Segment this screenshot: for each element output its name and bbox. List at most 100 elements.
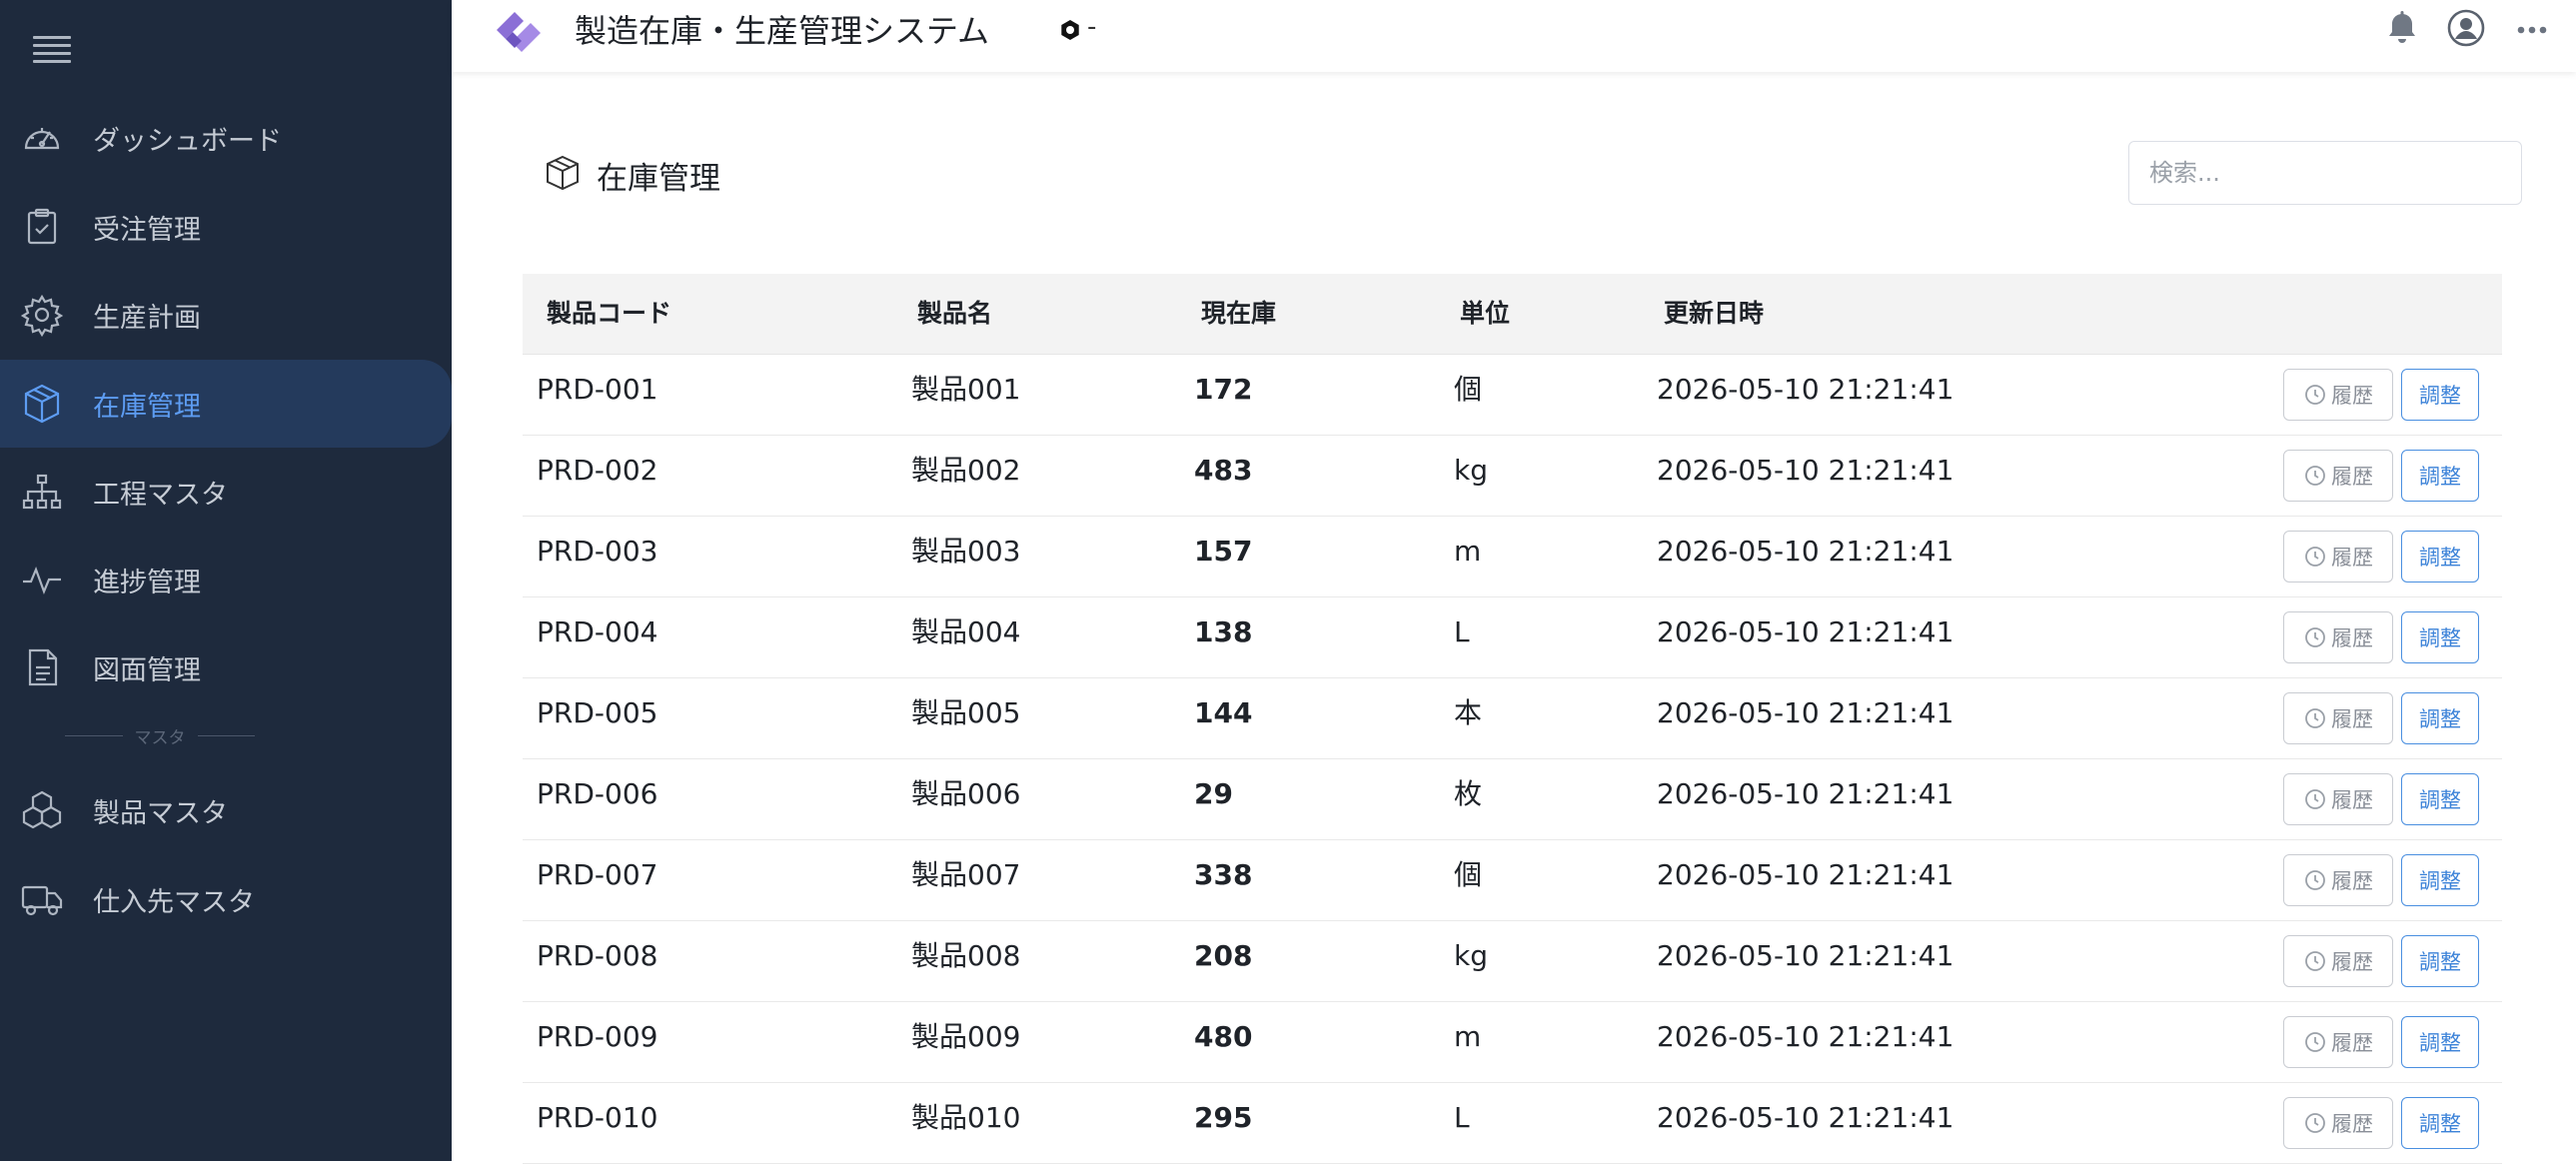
product-name-cell: 製品008: [911, 939, 1021, 972]
status-text: -: [1087, 12, 1097, 42]
adjust-button[interactable]: 調整: [2401, 611, 2479, 663]
history-button[interactable]: 履歴: [2283, 854, 2393, 906]
adjust-button[interactable]: 調整: [2401, 369, 2479, 421]
history-button[interactable]: 履歴: [2283, 692, 2393, 744]
table-row: PRD-008 製品008 208 kg 2026-05-10 21:21:41 履歴 調整: [523, 921, 2502, 1002]
product-name-cell: 製品004: [911, 615, 1021, 648]
updated-at-cell: 2026-05-10 21:21:41: [1657, 1101, 1954, 1134]
history-button[interactable]: 履歴: [2283, 369, 2393, 421]
bell-icon[interactable]: [2382, 8, 2422, 48]
sidebar-item-orders[interactable]: 受注管理: [0, 183, 452, 271]
sidebar-item-label: ダッシュボード: [93, 125, 282, 157]
status-icon: [1061, 20, 1079, 40]
sidebar-item-progress[interactable]: 進捗管理: [0, 536, 452, 623]
clock-icon: [2303, 625, 2327, 649]
adjust-button-label: 調整: [2419, 707, 2461, 731]
search-input[interactable]: [2128, 141, 2522, 205]
divider-label: マスタ: [134, 727, 186, 748]
master-divider: マスタ: [65, 721, 255, 749]
updated-at-cell: 2026-05-10 21:21:41: [1657, 858, 1954, 891]
stock-qty-cell: 138: [1194, 615, 1253, 648]
document-icon: [20, 645, 64, 689]
adjust-button[interactable]: 調整: [2401, 531, 2479, 582]
clock-icon: [2303, 706, 2327, 730]
stock-qty-cell: 208: [1194, 939, 1253, 972]
updated-at-cell: 2026-05-10 21:21:41: [1657, 373, 1954, 406]
stock-qty-cell: 483: [1194, 454, 1253, 487]
sidebar-item-dashboard[interactable]: ダッシュボード: [0, 94, 452, 182]
adjust-button[interactable]: 調整: [2401, 773, 2479, 825]
product-code-cell: PRD-010: [537, 1101, 658, 1134]
product-name-cell: 製品007: [911, 858, 1021, 891]
adjust-button[interactable]: 調整: [2401, 450, 2479, 502]
inventory-table: 製品コード 製品名 現在庫 単位 更新日時 PRD-001 製品001 172 個 20…: [523, 274, 2502, 1164]
sidebar-item-drawings[interactable]: 図面管理: [0, 623, 452, 711]
sidebar-item-inventory[interactable]: 在庫管理: [0, 360, 452, 448]
history-button[interactable]: 履歴: [2283, 1097, 2393, 1149]
top-header: 製造在庫・生産管理システム -: [452, 0, 2576, 72]
stock-qty-cell: 295: [1194, 1101, 1253, 1134]
clipboard-check-icon: [20, 205, 64, 249]
adjust-button[interactable]: 調整: [2401, 1016, 2479, 1068]
gear-icon: [20, 293, 64, 338]
stock-qty-cell: 29: [1194, 777, 1233, 810]
unit-cell: m: [1454, 535, 1482, 568]
column-header-unit: 単位: [1460, 299, 1511, 328]
history-button-label: 履歴: [2331, 869, 2373, 893]
stock-qty-cell: 157: [1194, 535, 1253, 568]
column-header-name: 製品名: [917, 299, 993, 328]
app-title: 製造在庫・生産管理システム: [575, 12, 990, 50]
sidebar: ダッシュボード 受注管理 生産計画 在庫管理 工程マスタ 進捗管理 図面管理 マ…: [0, 0, 452, 1161]
unit-cell: m: [1454, 1020, 1482, 1053]
table-row: PRD-006 製品006 29 枚 2026-05-10 21:21:41 履歴 調整: [523, 759, 2502, 840]
sidebar-item-product-master[interactable]: 製品マスタ: [0, 766, 452, 854]
product-name-cell: 製品009: [911, 1020, 1021, 1053]
history-button[interactable]: 履歴: [2283, 611, 2393, 663]
table-row: PRD-009 製品009 480 m 2026-05-10 21:21:41 履歴 調整: [523, 1002, 2502, 1083]
adjust-button[interactable]: 調整: [2401, 854, 2479, 906]
unit-cell: 本: [1454, 696, 1483, 729]
unit-cell: 枚: [1454, 777, 1483, 810]
stock-qty-cell: 480: [1194, 1020, 1253, 1053]
history-button[interactable]: 履歴: [2283, 450, 2393, 502]
updated-at-cell: 2026-05-10 21:21:41: [1657, 696, 1954, 729]
pulse-icon: [20, 558, 64, 601]
product-code-cell: PRD-004: [537, 615, 658, 648]
updated-at-cell: 2026-05-10 21:21:41: [1657, 777, 1954, 810]
sidebar-item-process-master[interactable]: 工程マスタ: [0, 448, 452, 536]
history-button[interactable]: 履歴: [2283, 935, 2393, 987]
product-name-cell: 製品010: [911, 1101, 1021, 1134]
box-icon: [20, 382, 64, 426]
adjust-button[interactable]: 調整: [2401, 935, 2479, 987]
updated-at-cell: 2026-05-10 21:21:41: [1657, 1020, 1954, 1053]
clock-icon: [2303, 1030, 2327, 1054]
sidebar-item-label: 在庫管理: [93, 391, 201, 423]
user-account-icon[interactable]: [2446, 8, 2486, 48]
history-button[interactable]: 履歴: [2283, 773, 2393, 825]
adjust-button-label: 調整: [2419, 626, 2461, 650]
history-button[interactable]: 履歴: [2283, 1016, 2393, 1068]
product-code-cell: PRD-005: [537, 696, 658, 729]
clock-icon: [2303, 464, 2327, 488]
boxes-icon: [20, 788, 64, 832]
table-row: PRD-010 製品010 295 L 2026-05-10 21:21:41 履歴 調整: [523, 1083, 2502, 1164]
stock-qty-cell: 144: [1194, 696, 1253, 729]
menu-toggle-icon[interactable]: [33, 36, 71, 63]
product-name-cell: 製品003: [911, 535, 1021, 568]
product-name-cell: 製品002: [911, 454, 1021, 487]
more-options-icon[interactable]: [2512, 8, 2552, 48]
adjust-button-label: 調整: [2419, 384, 2461, 408]
adjust-button[interactable]: 調整: [2401, 1097, 2479, 1149]
sidebar-item-production-plan[interactable]: 生産計画: [0, 271, 452, 359]
truck-icon: [20, 877, 64, 921]
product-name-cell: 製品001: [911, 373, 1021, 406]
sidebar-item-label: 生産計画: [93, 302, 201, 334]
sidebar-item-label: 工程マスタ: [93, 479, 228, 511]
sidebar-item-supplier-master[interactable]: 仕入先マスタ: [0, 855, 452, 943]
history-button[interactable]: 履歴: [2283, 531, 2393, 582]
adjust-button[interactable]: 調整: [2401, 692, 2479, 744]
history-button-label: 履歴: [2331, 546, 2373, 570]
clock-icon: [2303, 949, 2327, 973]
history-button-label: 履歴: [2331, 1112, 2373, 1136]
table-row: PRD-002 製品002 483 kg 2026-05-10 21:21:41 履歴 調整: [523, 436, 2502, 517]
